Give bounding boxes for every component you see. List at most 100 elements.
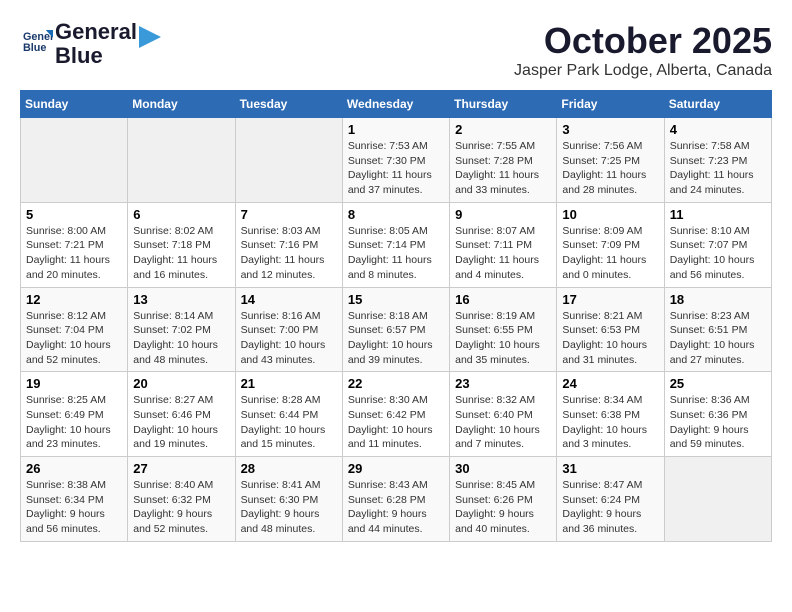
calendar-cell: 8 Sunrise: 8:05 AM Sunset: 7:14 PM Daylig… (342, 202, 449, 287)
day-number: 1 (348, 122, 444, 137)
day-info: Sunrise: 8:38 AM Sunset: 6:34 PM Dayligh… (26, 478, 122, 537)
day-info: Sunrise: 8:30 AM Sunset: 6:42 PM Dayligh… (348, 393, 444, 452)
calendar-cell: 26 Sunrise: 8:38 AM Sunset: 6:34 PM Dayli… (21, 457, 128, 542)
day-info: Sunrise: 8:25 AM Sunset: 6:49 PM Dayligh… (26, 393, 122, 452)
month-title: October 2025 (514, 20, 772, 62)
day-info: Sunrise: 8:05 AM Sunset: 7:14 PM Dayligh… (348, 224, 444, 283)
day-number: 30 (455, 461, 551, 476)
weekday-header-row: SundayMondayTuesdayWednesdayThursdayFrid… (21, 91, 772, 118)
calendar-cell: 14 Sunrise: 8:16 AM Sunset: 7:00 PM Dayli… (235, 287, 342, 372)
day-info: Sunrise: 8:00 AM Sunset: 7:21 PM Dayligh… (26, 224, 122, 283)
day-number: 4 (670, 122, 766, 137)
day-info: Sunrise: 7:56 AM Sunset: 7:25 PM Dayligh… (562, 139, 658, 198)
calendar-cell: 13Sunrise: 8:14 AM Sunset: 7:02 PM Dayli… (128, 287, 235, 372)
day-number: 8 (348, 207, 444, 222)
day-number: 27 (133, 461, 229, 476)
day-info: Sunrise: 8:41 AM Sunset: 6:30 PM Dayligh… (241, 478, 337, 537)
calendar-cell: 2 Sunrise: 7:55 AM Sunset: 7:28 PM Daylig… (450, 118, 557, 203)
calendar-cell: 24 Sunrise: 8:34 AM Sunset: 6:38 PM Dayli… (557, 372, 664, 457)
calendar-cell: 19Sunrise: 8:25 AM Sunset: 6:49 PM Dayli… (21, 372, 128, 457)
week-row-0: 1 Sunrise: 7:53 AM Sunset: 7:30 PM Daylig… (21, 118, 772, 203)
day-info: Sunrise: 7:55 AM Sunset: 7:28 PM Dayligh… (455, 139, 551, 198)
calendar-cell (664, 457, 771, 542)
calendar-cell: 5 Sunrise: 8:00 AM Sunset: 7:21 PM Daylig… (21, 202, 128, 287)
calendar-cell: 3 Sunrise: 7:56 AM Sunset: 7:25 PM Daylig… (557, 118, 664, 203)
calendar-cell: 17Sunrise: 8:21 AM Sunset: 6:53 PM Dayli… (557, 287, 664, 372)
location: Jasper Park Lodge, Alberta, Canada (514, 62, 772, 80)
calendar-cell: 29Sunrise: 8:43 AM Sunset: 6:28 PM Dayli… (342, 457, 449, 542)
day-info: Sunrise: 7:58 AM Sunset: 7:23 PM Dayligh… (670, 139, 766, 198)
day-number: 15 (348, 292, 444, 307)
calendar-cell: 1 Sunrise: 7:53 AM Sunset: 7:30 PM Daylig… (342, 118, 449, 203)
day-number: 7 (241, 207, 337, 222)
calendar-cell: 6Sunrise: 8:02 AM Sunset: 7:18 PM Daylig… (128, 202, 235, 287)
day-info: Sunrise: 8:16 AM Sunset: 7:00 PM Dayligh… (241, 309, 337, 368)
week-row-3: 19Sunrise: 8:25 AM Sunset: 6:49 PM Dayli… (21, 372, 772, 457)
day-number: 3 (562, 122, 658, 137)
day-number: 12 (26, 292, 122, 307)
day-info: Sunrise: 8:32 AM Sunset: 6:40 PM Dayligh… (455, 393, 551, 452)
day-info: Sunrise: 8:43 AM Sunset: 6:28 PM Dayligh… (348, 478, 444, 537)
calendar-cell: 18 Sunrise: 8:23 AM Sunset: 6:51 PM Dayli… (664, 287, 771, 372)
day-number: 11 (670, 207, 766, 222)
calendar-cell: 10 Sunrise: 8:09 AM Sunset: 7:09 PM Dayli… (557, 202, 664, 287)
weekday-header-wednesday: Wednesday (342, 91, 449, 118)
day-info: Sunrise: 8:36 AM Sunset: 6:36 PM Dayligh… (670, 393, 766, 452)
day-number: 22 (348, 376, 444, 391)
calendar-cell: 28 Sunrise: 8:41 AM Sunset: 6:30 PM Dayli… (235, 457, 342, 542)
weekday-header-tuesday: Tuesday (235, 91, 342, 118)
day-number: 28 (241, 461, 337, 476)
day-info: Sunrise: 8:03 AM Sunset: 7:16 PM Dayligh… (241, 224, 337, 283)
weekday-header-saturday: Saturday (664, 91, 771, 118)
calendar-cell: 31 Sunrise: 8:47 AM Sunset: 6:24 PM Dayli… (557, 457, 664, 542)
day-number: 14 (241, 292, 337, 307)
weekday-header-monday: Monday (128, 91, 235, 118)
day-info: Sunrise: 8:27 AM Sunset: 6:46 PM Dayligh… (133, 393, 229, 452)
week-row-1: 5 Sunrise: 8:00 AM Sunset: 7:21 PM Daylig… (21, 202, 772, 287)
day-number: 18 (670, 292, 766, 307)
calendar-cell: 22 Sunrise: 8:30 AM Sunset: 6:42 PM Dayli… (342, 372, 449, 457)
day-number: 21 (241, 376, 337, 391)
day-info: Sunrise: 8:12 AM Sunset: 7:04 PM Dayligh… (26, 309, 122, 368)
day-info: Sunrise: 8:47 AM Sunset: 6:24 PM Dayligh… (562, 478, 658, 537)
day-number: 25 (670, 376, 766, 391)
calendar-cell: 16Sunrise: 8:19 AM Sunset: 6:55 PM Dayli… (450, 287, 557, 372)
calendar-cell: 4 Sunrise: 7:58 AM Sunset: 7:23 PM Daylig… (664, 118, 771, 203)
day-number: 5 (26, 207, 122, 222)
logo-chevron-icon (139, 26, 161, 48)
day-number: 23 (455, 376, 551, 391)
calendar-cell: 30Sunrise: 8:45 AM Sunset: 6:26 PM Dayli… (450, 457, 557, 542)
calendar-cell: 23 Sunrise: 8:32 AM Sunset: 6:40 PM Dayli… (450, 372, 557, 457)
day-info: Sunrise: 7:53 AM Sunset: 7:30 PM Dayligh… (348, 139, 444, 198)
day-info: Sunrise: 8:18 AM Sunset: 6:57 PM Dayligh… (348, 309, 444, 368)
day-number: 31 (562, 461, 658, 476)
day-number: 6 (133, 207, 229, 222)
calendar-cell: 11 Sunrise: 8:10 AM Sunset: 7:07 PM Dayli… (664, 202, 771, 287)
week-row-4: 26 Sunrise: 8:38 AM Sunset: 6:34 PM Dayli… (21, 457, 772, 542)
calendar-cell (128, 118, 235, 203)
logo-text-blue: Blue (55, 44, 137, 68)
calendar-cell: 7 Sunrise: 8:03 AM Sunset: 7:16 PM Daylig… (235, 202, 342, 287)
logo: General Blue General Blue (20, 20, 161, 68)
day-number: 20 (133, 376, 229, 391)
day-info: Sunrise: 8:10 AM Sunset: 7:07 PM Dayligh… (670, 224, 766, 283)
day-number: 24 (562, 376, 658, 391)
day-info: Sunrise: 8:28 AM Sunset: 6:44 PM Dayligh… (241, 393, 337, 452)
day-number: 13 (133, 292, 229, 307)
svg-text:Blue: Blue (23, 42, 46, 54)
weekday-header-thursday: Thursday (450, 91, 557, 118)
day-number: 26 (26, 461, 122, 476)
calendar-cell: 20 Sunrise: 8:27 AM Sunset: 6:46 PM Dayli… (128, 372, 235, 457)
calendar-table: SundayMondayTuesdayWednesdayThursdayFrid… (20, 90, 772, 542)
day-info: Sunrise: 8:09 AM Sunset: 7:09 PM Dayligh… (562, 224, 658, 283)
day-number: 16 (455, 292, 551, 307)
calendar-cell: 21 Sunrise: 8:28 AM Sunset: 6:44 PM Dayli… (235, 372, 342, 457)
day-info: Sunrise: 8:23 AM Sunset: 6:51 PM Dayligh… (670, 309, 766, 368)
day-info: Sunrise: 8:40 AM Sunset: 6:32 PM Dayligh… (133, 478, 229, 537)
day-info: Sunrise: 8:34 AM Sunset: 6:38 PM Dayligh… (562, 393, 658, 452)
day-number: 2 (455, 122, 551, 137)
svg-text:General: General (23, 31, 53, 43)
logo-text-general: General (55, 20, 137, 44)
calendar-header: SundayMondayTuesdayWednesdayThursdayFrid… (21, 91, 772, 118)
day-number: 10 (562, 207, 658, 222)
